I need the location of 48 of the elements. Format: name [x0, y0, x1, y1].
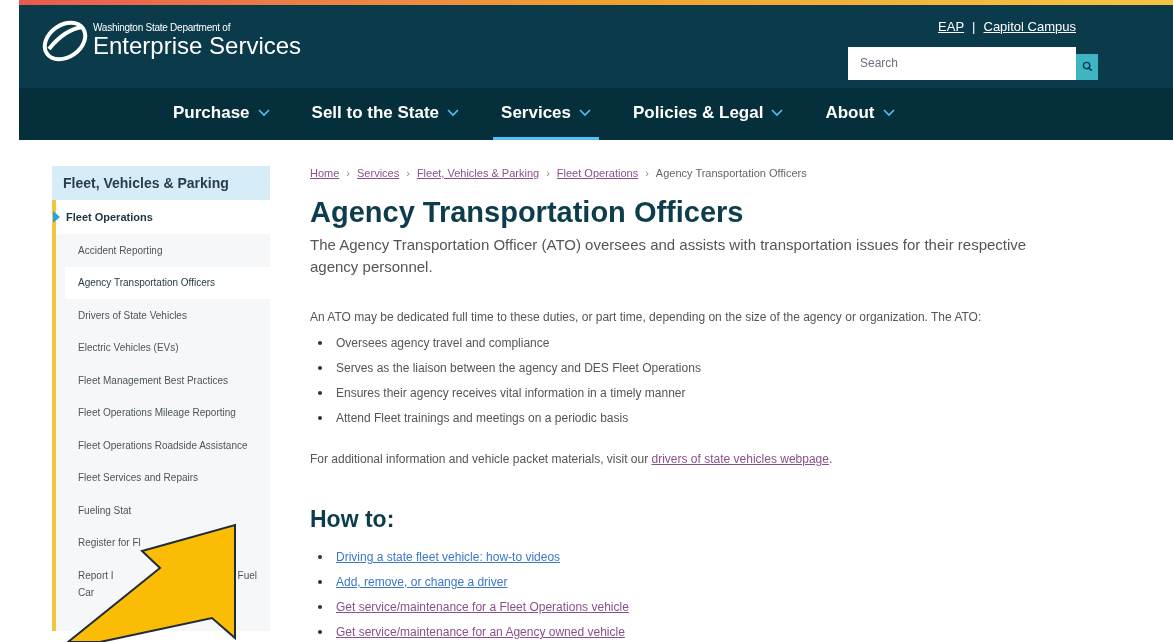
list-item-text: Attend Fleet trainings and meetings on a periodic basis	[336, 409, 629, 427]
logo-title: Enterprise Services	[93, 33, 302, 59]
sidebar-link[interactable]: Fleet Services and Repairs	[65, 461, 199, 494]
how-to-link[interactable]: Get service/maintenance for a Fleet Operations vehicle	[336, 598, 629, 616]
lead-paragraph: The Agency Transportation Officer (ATO) oversees and assists with transportation issues for their respective agency personnel.	[310, 235, 1028, 277]
breadcrumb-link[interactable]: Services	[357, 164, 400, 182]
paragraph: An ATO may be dedicated full time to these duties, or part time, depending on the size of the agency or organization. The ATO:	[310, 309, 983, 326]
how-to-link[interactable]: Get service/maintenance for an Agency owned vehicle	[336, 623, 625, 641]
info-paragraph: For additional information and vehicle packet materials, visit our drivers of state vehicles webpage.	[310, 451, 834, 468]
breadcrumb-separator: ›	[406, 165, 410, 181]
nav-tab[interactable]: Policies & Legal	[625, 88, 792, 140]
logo-subtitle: Washington State Department of	[93, 23, 232, 33]
breadcrumb-link[interactable]: Fleet Operations	[556, 164, 639, 182]
separator: |	[972, 18, 976, 36]
list-item-text: Ensures their agency receives vital information in a timely manner	[336, 384, 686, 402]
page-title: Agency Transportation Officers	[310, 195, 745, 230]
sidebar-link[interactable]: Fleet Management Best Practices	[65, 364, 229, 397]
sidebar-title[interactable]: Fleet, Vehicles & Parking	[52, 166, 270, 200]
sidebar-link[interactable]: Drivers of State Vehicles	[65, 299, 187, 332]
sidebar-section-link[interactable]: Fleet Operations	[66, 208, 153, 226]
breadcrumb-separator: ›	[346, 165, 350, 181]
sidebar-link[interactable]: Accident Reporting	[65, 234, 163, 267]
breadcrumb-separator: ›	[546, 165, 550, 181]
sidebar-link-fragment: Car	[77, 585, 95, 600]
utility-link[interactable]: EAP	[938, 17, 965, 37]
breadcrumb-link[interactable]: Home	[310, 164, 340, 182]
sidebar-link[interactable]: Fleet Operations Mileage Reporting	[65, 396, 236, 429]
list-item-text: Serves as the liaison between the agency and DES Fleet Operations	[336, 359, 701, 377]
search-field[interactable]: Search	[848, 46, 1076, 80]
text-link[interactable]: drivers of state vehicles webpage	[651, 452, 829, 466]
nav-tab[interactable]: Services	[493, 88, 600, 140]
sidebar-link-fragment: Fuel	[237, 568, 258, 583]
section-heading: How to:	[310, 505, 396, 534]
list-item-text: Oversees agency travel and compliance	[336, 334, 550, 352]
breadcrumb-separator: ›	[645, 165, 649, 181]
sidebar-link[interactable]: Agency Transportation Officers	[65, 266, 270, 299]
sidebar-link[interactable]: Fleet Operations Roadside Assistance	[65, 429, 248, 462]
nav-tab[interactable]: Sell to the State	[303, 88, 468, 140]
nav-tab[interactable]: Purchase	[165, 88, 278, 140]
how-to-link[interactable]: Add, remove, or change a driver	[336, 573, 508, 591]
sidebar-link[interactable]: Electric Vehicles (EVs)	[65, 331, 179, 364]
breadcrumb-link[interactable]: Fleet, Vehicles & Parking	[416, 164, 540, 182]
sidebar-link[interactable]: Fueling Stat	[65, 494, 132, 527]
nav-tab[interactable]: About	[817, 88, 903, 140]
utility-link[interactable]: Capitol Campus	[983, 17, 1076, 37]
how-to-link[interactable]: Driving a state fleet vehicle: how-to videos	[336, 548, 561, 566]
sidebar-link[interactable]: Register for Fl	[65, 526, 141, 559]
breadcrumb-current: Agency Transportation Officers	[655, 165, 807, 181]
